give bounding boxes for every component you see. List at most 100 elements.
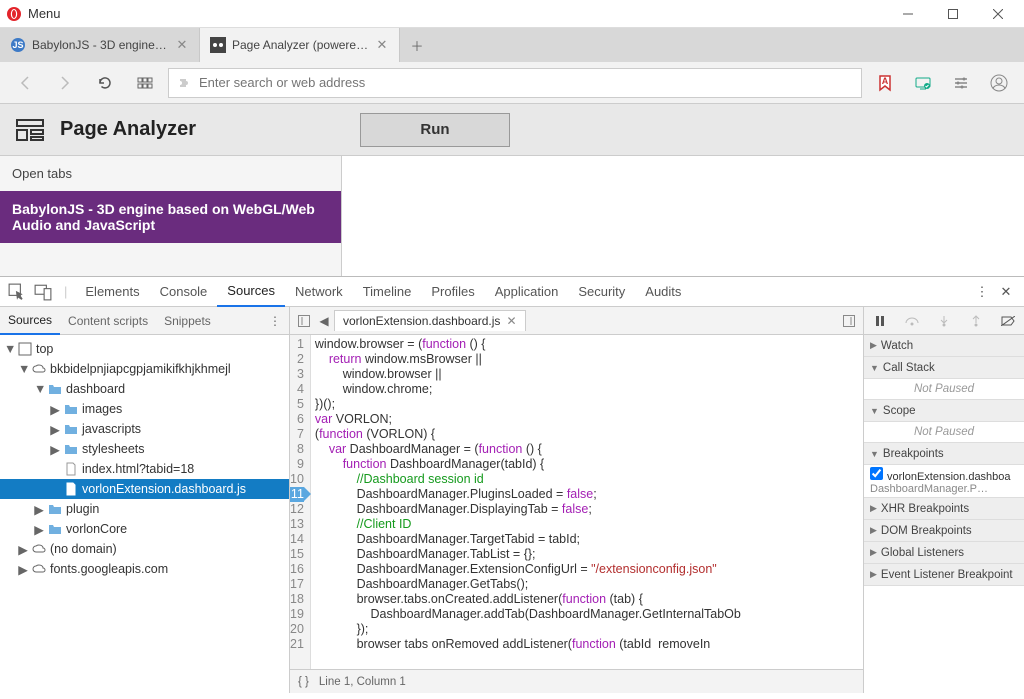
watch-section[interactable]: ▶Watch <box>864 335 1024 357</box>
devtools-menu-icon[interactable]: ⋮ <box>972 284 992 300</box>
minimize-button[interactable] <box>885 0 930 28</box>
tab-favicon-icon: JS <box>10 37 26 53</box>
breakpoint-item[interactable]: vorlonExtension.dashboaDashboardManager.… <box>864 465 1024 498</box>
inspect-icon[interactable] <box>8 283 26 301</box>
page-header: Page Analyzer Run <box>0 104 1024 156</box>
run-button[interactable]: Run <box>360 113 510 147</box>
tree-node-file[interactable]: index.html?tabid=18 <box>0 459 289 479</box>
forward-button[interactable] <box>48 66 82 100</box>
tree-node-folder[interactable]: ▶stylesheets <box>0 439 289 459</box>
tree-node-folder[interactable]: ▶plugin <box>0 499 289 519</box>
breakpoint-checkbox[interactable] <box>870 467 883 480</box>
address-input[interactable] <box>199 75 853 90</box>
back-button[interactable] <box>8 66 42 100</box>
extension-badge-icon[interactable]: A <box>868 66 902 100</box>
tree-node-domain[interactable]: ▶fonts.googleapis.com <box>0 559 289 579</box>
show-navigator-icon[interactable] <box>294 311 314 331</box>
event-listener-breakpoints-section[interactable]: ▶Event Listener Breakpoint <box>864 564 1024 586</box>
svg-text:JS: JS <box>12 40 23 50</box>
browser-tab[interactable]: Page Analyzer (powered by… ✕ <box>200 28 400 62</box>
step-into-button[interactable] <box>935 312 953 330</box>
code-area[interactable]: 123456789101112131415161718192021 window… <box>290 335 863 669</box>
devtools-tab-timeline[interactable]: Timeline <box>353 277 422 307</box>
open-tabs-heading: Open tabs <box>0 156 341 191</box>
cursor-position: Line 1, Column 1 <box>319 676 406 688</box>
tab-title: BabylonJS - 3D engine bas… <box>32 38 169 52</box>
editor-tab-close-icon[interactable]: ✕ <box>506 314 516 328</box>
dom-breakpoints-section[interactable]: ▶DOM Breakpoints <box>864 520 1024 542</box>
deactivate-breakpoints-button[interactable] <box>999 312 1017 330</box>
navigator-tab-sources[interactable]: Sources <box>0 307 60 335</box>
navigator-tab-snippets[interactable]: Snippets <box>156 307 219 335</box>
step-out-button[interactable] <box>967 312 985 330</box>
devtools-panel: | ElementsConsoleSourcesNetworkTimelineP… <box>0 276 1024 693</box>
svg-text:A: A <box>882 76 889 86</box>
tree-node-folder[interactable]: ▶images <box>0 399 289 419</box>
tab-favicon-icon <box>210 37 226 53</box>
devtools-tab-security[interactable]: Security <box>568 277 635 307</box>
address-bar[interactable] <box>168 68 862 98</box>
tree-node-top[interactable]: ▼top <box>0 339 289 359</box>
source-editor: ◀ vorlonExtension.dashboard.js✕ 12345678… <box>290 307 864 693</box>
navigator-tabs: Sources Content scripts Snippets ⋮ <box>0 307 289 335</box>
devtools-tab-profiles[interactable]: Profiles <box>421 277 484 307</box>
frame-icon <box>18 342 32 356</box>
navigator-tab-content-scripts[interactable]: Content scripts <box>60 307 156 335</box>
xhr-breakpoints-section[interactable]: ▶XHR Breakpoints <box>864 498 1024 520</box>
global-listeners-section[interactable]: ▶Global Listeners <box>864 542 1024 564</box>
tab-close-icon[interactable]: ✕ <box>175 38 189 52</box>
debugger-sidebar: ▶Watch ▼Call Stack Not Paused ▼Scope Not… <box>864 307 1024 693</box>
cloud-icon <box>32 362 46 376</box>
folder-icon <box>48 502 62 516</box>
page-analyzer-icon <box>14 114 46 146</box>
history-back-icon[interactable]: ◀ <box>314 311 334 331</box>
editor-tab[interactable]: vorlonExtension.dashboard.js✕ <box>334 310 526 331</box>
sync-icon[interactable] <box>906 66 940 100</box>
menu-button[interactable]: Menu <box>28 6 61 21</box>
pretty-print-icon[interactable]: { } <box>298 676 309 688</box>
tab-close-icon[interactable]: ✕ <box>375 38 389 52</box>
tree-node-folder[interactable]: ▶vorlonCore <box>0 519 289 539</box>
devtools-tab-console[interactable]: Console <box>150 277 218 307</box>
file-icon <box>64 482 78 496</box>
tree-node-extension[interactable]: ▼bkbidelpnjiapcgpjamikifkhjkhmejl <box>0 359 289 379</box>
easy-setup-button[interactable] <box>944 66 978 100</box>
devtools-tab-audits[interactable]: Audits <box>635 277 691 307</box>
tree-node-domain[interactable]: ▶(no domain) <box>0 539 289 559</box>
file-tree[interactable]: ▼top ▼bkbidelpnjiapcgpjamikifkhjkhmejl ▼… <box>0 335 289 693</box>
reload-button[interactable] <box>88 66 122 100</box>
step-over-button[interactable] <box>903 312 921 330</box>
folder-icon <box>64 442 78 456</box>
device-mode-icon[interactable] <box>34 283 52 301</box>
devtools-tab-application[interactable]: Application <box>485 277 569 307</box>
open-tabs-sidebar: Open tabs BabylonJS - 3D engine based on… <box>0 156 342 276</box>
folder-icon <box>48 522 62 536</box>
devtools-tab-sources[interactable]: Sources <box>217 277 285 307</box>
breakpoints-section[interactable]: ▼Breakpoints <box>864 443 1024 465</box>
profile-icon[interactable] <box>982 66 1016 100</box>
callstack-section[interactable]: ▼Call Stack <box>864 357 1024 379</box>
opera-icon <box>6 6 22 22</box>
browser-tab[interactable]: JS BabylonJS - 3D engine bas… ✕ <box>0 28 200 62</box>
devtools-tab-elements[interactable]: Elements <box>75 277 149 307</box>
extension-icon <box>177 76 191 90</box>
navigator-more-icon[interactable]: ⋮ <box>261 314 289 328</box>
scope-section[interactable]: ▼Scope <box>864 400 1024 422</box>
debugger-controls <box>864 307 1024 335</box>
cloud-icon <box>32 562 46 576</box>
browser-tabstrip: JS BabylonJS - 3D engine bas… ✕ Page Ana… <box>0 28 1024 62</box>
new-tab-button[interactable]: ＋ <box>400 28 434 62</box>
pause-button[interactable] <box>871 312 889 330</box>
main-panel <box>342 156 1024 276</box>
devtools-close-icon[interactable]: ✕ <box>996 284 1016 300</box>
maximize-button[interactable] <box>930 0 975 28</box>
tree-node-folder[interactable]: ▼dashboard <box>0 379 289 399</box>
scope-body: Not Paused <box>864 422 1024 443</box>
tree-node-folder[interactable]: ▶javascripts <box>0 419 289 439</box>
speed-dial-button[interactable] <box>128 66 162 100</box>
tree-node-file[interactable]: vorlonExtension.dashboard.js <box>0 479 289 499</box>
show-debugger-icon[interactable] <box>839 311 859 331</box>
open-tab-item[interactable]: BabylonJS - 3D engine based on WebGL/Web… <box>0 191 341 243</box>
close-window-button[interactable] <box>975 0 1020 28</box>
devtools-tab-network[interactable]: Network <box>285 277 353 307</box>
